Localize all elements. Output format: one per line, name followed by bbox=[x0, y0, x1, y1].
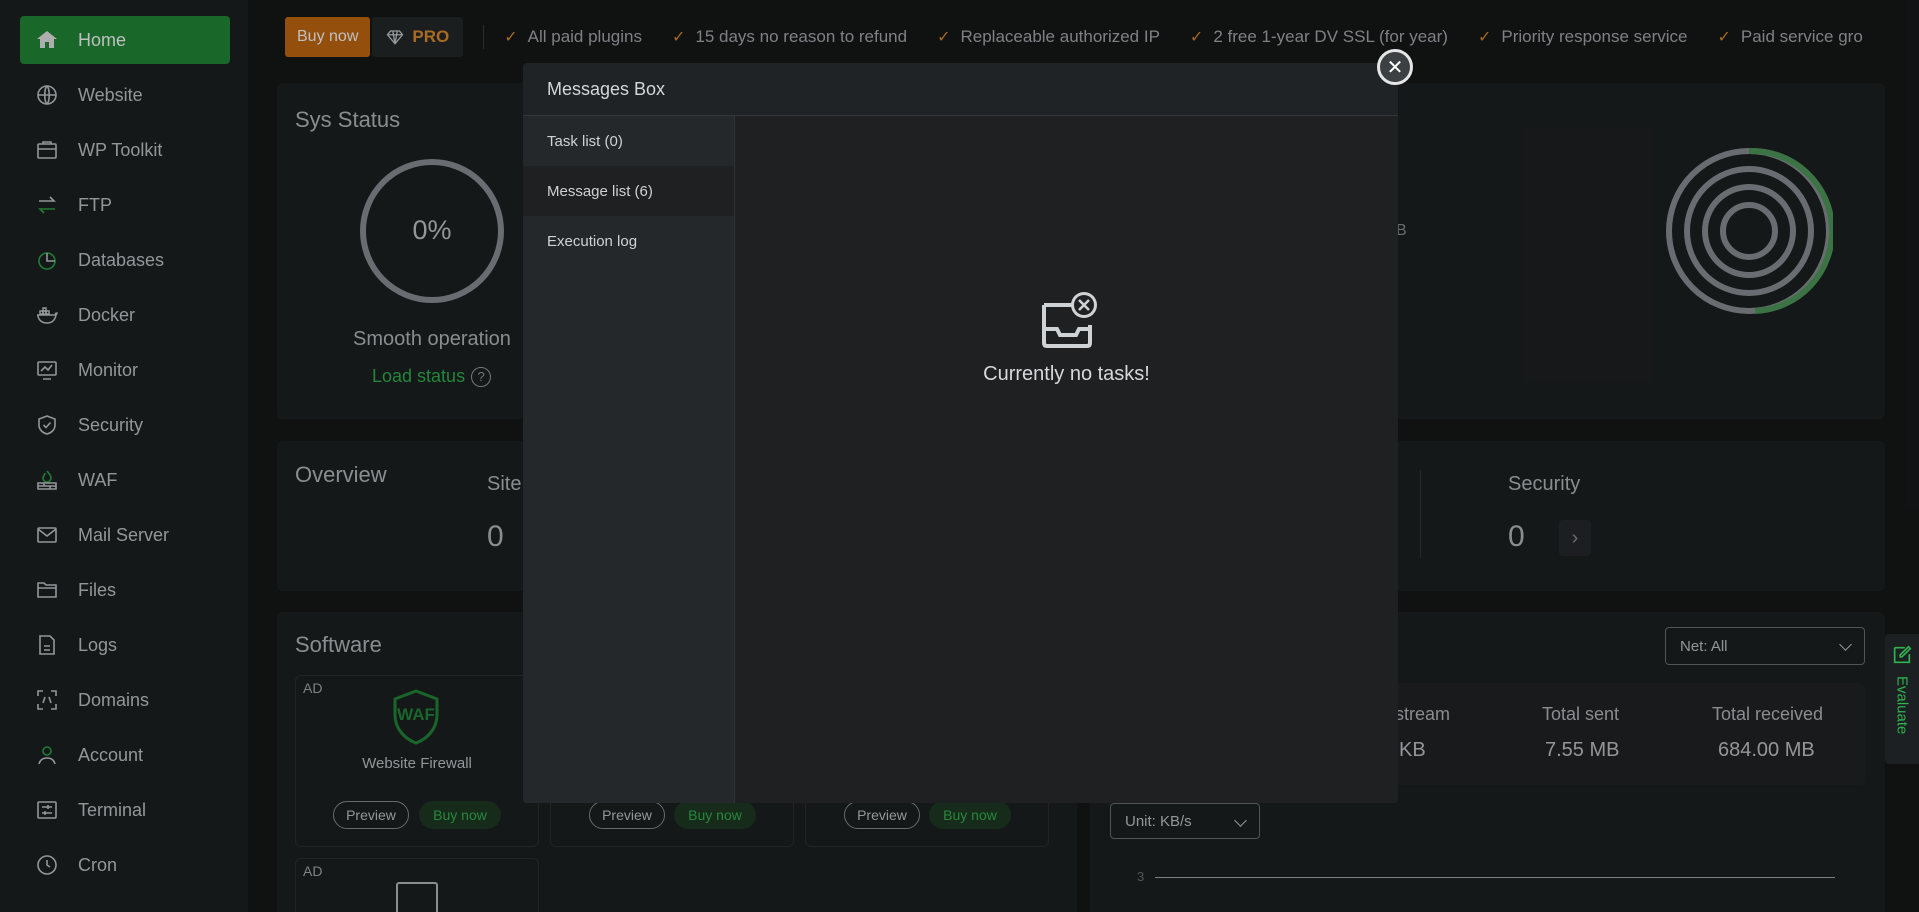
empty-inbox-icon bbox=[1035, 291, 1099, 355]
modal-tab-list: Task list (0) Message list (6) Execution… bbox=[523, 116, 735, 803]
tab-execution-log[interactable]: Execution log bbox=[523, 216, 734, 266]
empty-state-text: Currently no tasks! bbox=[983, 363, 1150, 385]
messages-box-dialog: Messages Box Task list (0) Message list … bbox=[523, 63, 1398, 803]
empty-state: Currently no tasks! bbox=[735, 291, 1398, 386]
evaluate-button[interactable]: Evaluate bbox=[1885, 634, 1919, 764]
tab-message-list[interactable]: Message list (6) bbox=[523, 166, 734, 216]
modal-title: Messages Box bbox=[523, 63, 1398, 116]
evaluate-label: Evaluate bbox=[1893, 676, 1911, 735]
modal-content: Currently no tasks! bbox=[735, 116, 1398, 803]
edit-icon bbox=[1893, 645, 1912, 664]
modal-close-icon[interactable]: ✕ bbox=[1377, 49, 1413, 85]
tab-task-list[interactable]: Task list (0) bbox=[523, 116, 734, 166]
